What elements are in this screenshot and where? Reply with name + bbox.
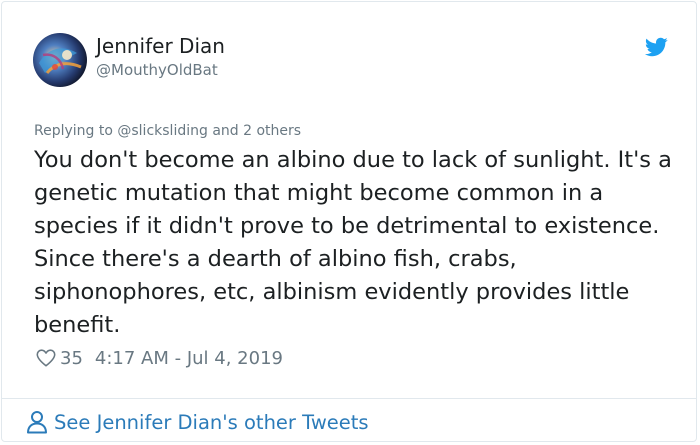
tweet-timestamp[interactable]: 4:17 AM - Jul 4, 2019 (95, 348, 283, 369)
tweet-text: You don't become an albino due to lack o… (34, 147, 681, 338)
see-other-tweets-label: See Jennifer Dian's other Tweets (54, 410, 369, 434)
tweet-card: Jennifer Dian @MouthyOldBat Replying to … (1, 1, 697, 442)
author-handle[interactable]: @MouthyOldBat (96, 60, 218, 80)
divider (2, 398, 696, 399)
avatar[interactable] (33, 33, 87, 87)
see-other-tweets-link[interactable]: See Jennifer Dian's other Tweets (26, 408, 369, 436)
author-display-name[interactable]: Jennifer Dian (96, 34, 225, 58)
like-count[interactable]: 35 (60, 348, 83, 369)
twitter-bird-icon[interactable] (643, 35, 669, 59)
avatar-image (33, 33, 87, 87)
reply-context[interactable]: Replying to @slicksliding and 2 others (34, 121, 301, 141)
person-icon (27, 411, 47, 434)
tweet-meta: 35 4:17 AM - Jul 4, 2019 (35, 346, 283, 370)
heart-icon[interactable] (35, 347, 57, 369)
